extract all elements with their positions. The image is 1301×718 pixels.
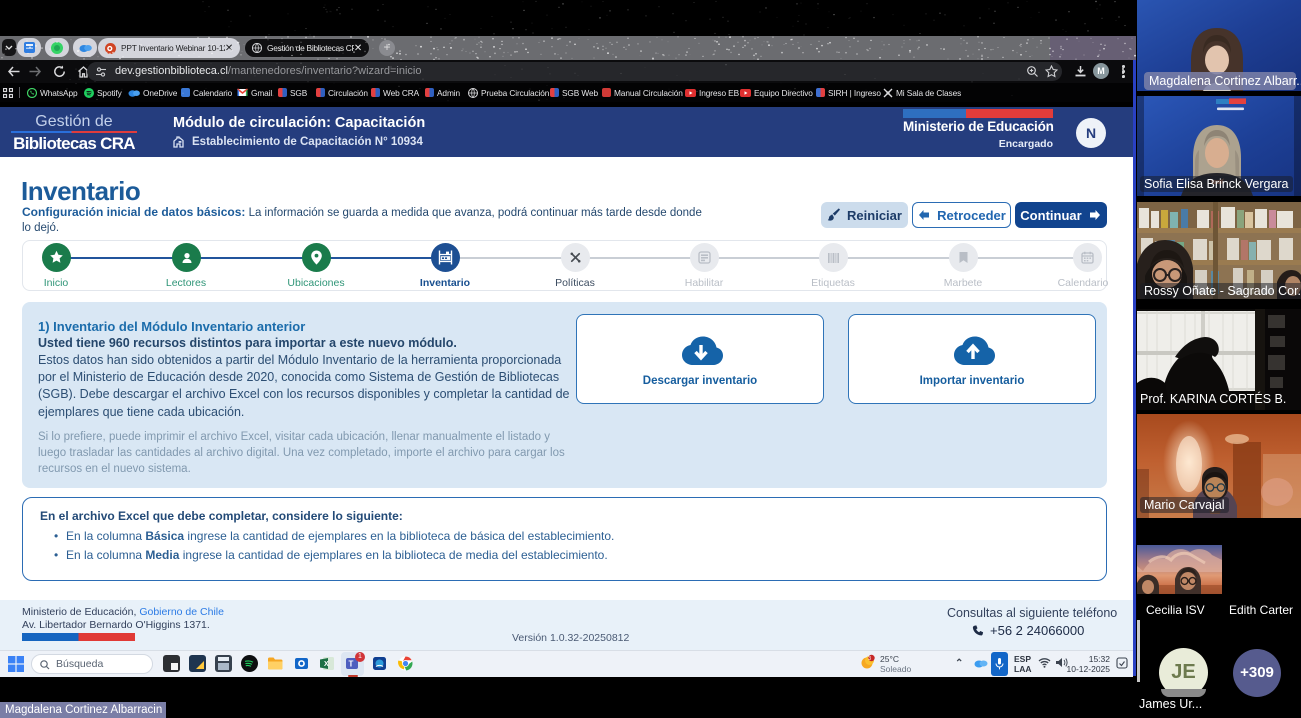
svg-text:T: T <box>349 660 354 669</box>
svg-text:3: 3 <box>868 656 871 662</box>
svg-text:X: X <box>324 661 329 668</box>
